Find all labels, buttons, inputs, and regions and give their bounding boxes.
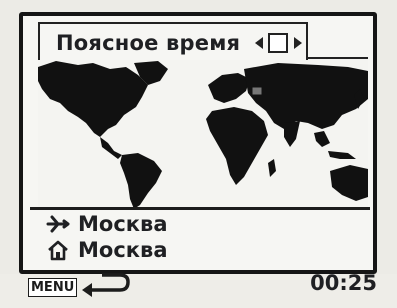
world-time-tab: Поясное время [38, 22, 308, 60]
airplane-icon [46, 215, 70, 233]
left-arrow-icon[interactable] [255, 37, 263, 49]
house-icon [48, 240, 68, 261]
page-title: Поясное время [56, 31, 241, 55]
clock: 00:25 [310, 271, 377, 295]
destination-city: Москва [78, 212, 168, 236]
dst-checkbox-icon[interactable] [268, 33, 288, 53]
home-row[interactable]: Москва [46, 238, 168, 262]
world-map [38, 57, 368, 207]
home-city: Москва [78, 238, 168, 262]
right-arrow-icon[interactable] [294, 37, 302, 49]
menu-button[interactable]: MENU [28, 278, 78, 297]
return-arrow-icon[interactable] [80, 272, 132, 298]
destination-row[interactable]: Москва [46, 212, 168, 236]
divider [30, 207, 370, 210]
world-map-graphic [38, 61, 368, 207]
